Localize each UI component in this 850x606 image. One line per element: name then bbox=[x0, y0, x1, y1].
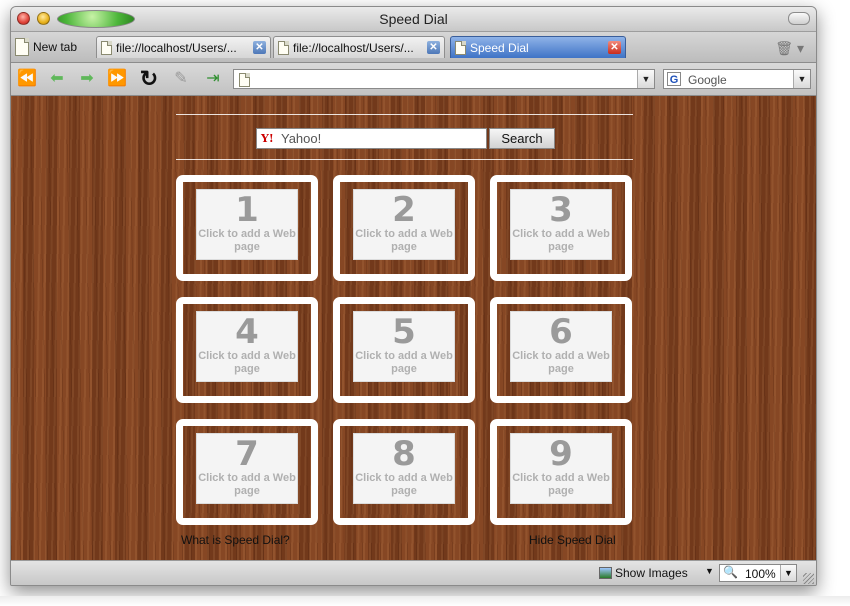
page-icon bbox=[239, 73, 250, 87]
dial-thumbnail: 6 Click to add a Web page bbox=[510, 311, 612, 382]
google-icon: G bbox=[667, 72, 681, 86]
close-tab-icon[interactable]: ✕ bbox=[608, 41, 621, 54]
resize-grip-icon[interactable] bbox=[803, 573, 814, 584]
dial-hint: Click to add a Web page bbox=[198, 350, 296, 375]
dial-7[interactable]: 7 Click to add a Web page bbox=[176, 419, 318, 525]
dial-6[interactable]: 6 Click to add a Web page bbox=[490, 297, 632, 403]
navigation-toolbar: ⏪ ⬅ ➡ ⏩ ↻ ✎ ⇥ ▼ G Google ▼ bbox=[11, 63, 816, 96]
dial-thumbnail: 9 Click to add a Web page bbox=[510, 433, 612, 504]
title-bar: Speed Dial bbox=[11, 7, 816, 32]
address-dropdown-icon[interactable]: ▼ bbox=[637, 70, 654, 88]
top-divider bbox=[176, 114, 633, 115]
dial-4[interactable]: 4 Click to add a Web page bbox=[176, 297, 318, 403]
tab-speed-dial[interactable]: Speed Dial ✕ bbox=[450, 36, 626, 58]
dial-hint: Click to add a Web page bbox=[512, 472, 610, 497]
edit-pencil-icon[interactable]: ✎ bbox=[171, 69, 191, 89]
tab-label: file://localhost/Users/... bbox=[116, 40, 237, 55]
dial-number: 4 bbox=[235, 312, 259, 352]
dial-thumbnail: 8 Click to add a Web page bbox=[353, 433, 455, 504]
tab-file-2[interactable]: file://localhost/Users/... ✕ bbox=[273, 36, 445, 58]
close-tab-icon[interactable]: ✕ bbox=[253, 41, 266, 54]
dial-hint: Click to add a Web page bbox=[198, 472, 296, 497]
dial-1[interactable]: 1 Click to add a Web page bbox=[176, 175, 318, 281]
dial-number: 7 bbox=[235, 434, 259, 474]
close-tab-icon[interactable]: ✕ bbox=[427, 41, 440, 54]
dial-number: 1 bbox=[235, 190, 259, 230]
dial-thumbnail: 3 Click to add a Web page bbox=[510, 189, 612, 260]
dial-hint: Click to add a Web page bbox=[355, 472, 453, 497]
show-images-label: Show Images bbox=[615, 566, 688, 580]
dial-number: 6 bbox=[549, 312, 573, 352]
search-engine-bar[interactable]: G Google ▼ bbox=[663, 69, 811, 89]
address-bar[interactable]: ▼ bbox=[233, 69, 655, 89]
dial-hint: Click to add a Web page bbox=[355, 228, 453, 253]
toolbar-toggle-button[interactable] bbox=[788, 12, 810, 25]
go-page-icon[interactable]: ⇥ bbox=[203, 69, 223, 89]
dial-9[interactable]: 9 Click to add a Web page bbox=[490, 419, 632, 525]
show-images-button[interactable]: Show Images bbox=[599, 566, 688, 580]
tab-file-1[interactable]: file://localhost/Users/... ✕ bbox=[96, 36, 271, 58]
yahoo-icon: Y! bbox=[261, 132, 274, 145]
browser-window: Speed Dial New tab file://localhost/User… bbox=[10, 6, 817, 586]
bottom-divider bbox=[176, 159, 633, 160]
speed-dial-page: Y! Yahoo! Search 1 Click to add a Web pa… bbox=[11, 96, 816, 560]
dial-number: 5 bbox=[392, 312, 416, 352]
magnifier-icon: 🔍 bbox=[723, 565, 738, 579]
image-icon bbox=[599, 567, 612, 579]
search-dropdown-icon[interactable]: ▼ bbox=[793, 70, 810, 88]
what-is-speed-dial-link[interactable]: What is Speed Dial? bbox=[181, 533, 290, 547]
page-icon bbox=[101, 40, 112, 55]
show-images-dropdown-icon[interactable]: ▼ bbox=[705, 566, 714, 576]
desktop-shadow bbox=[0, 596, 850, 606]
search-query: Yahoo! bbox=[281, 131, 322, 146]
search-button[interactable]: Search bbox=[489, 128, 555, 149]
dial-thumbnail: 5 Click to add a Web page bbox=[353, 311, 455, 382]
status-bar: Show Images ▼ 🔍 100% ▼ bbox=[11, 560, 816, 585]
zoom-dropdown-icon[interactable]: ▼ bbox=[780, 565, 796, 581]
tab-label: Speed Dial bbox=[470, 40, 529, 55]
new-tab-label: New tab bbox=[33, 40, 78, 54]
fast-forward-icon[interactable]: ⏩ bbox=[107, 69, 127, 89]
forward-arrow-icon[interactable]: ➡ bbox=[77, 69, 97, 89]
dial-thumbnail: 2 Click to add a Web page bbox=[353, 189, 455, 260]
zoom-value: 100% bbox=[745, 567, 776, 581]
dial-hint: Click to add a Web page bbox=[512, 228, 610, 253]
search-engine-label: Google bbox=[688, 73, 727, 87]
dial-number: 3 bbox=[549, 190, 573, 230]
page-icon bbox=[278, 40, 289, 55]
back-arrow-icon[interactable]: ⬅ bbox=[47, 69, 67, 89]
rewind-icon[interactable]: ⏪ bbox=[17, 69, 37, 89]
dial-2[interactable]: 2 Click to add a Web page bbox=[333, 175, 475, 281]
yahoo-search-input[interactable]: Y! Yahoo! bbox=[256, 128, 487, 149]
dial-hint: Click to add a Web page bbox=[355, 350, 453, 375]
window-title: Speed Dial bbox=[379, 11, 448, 27]
tab-label: file://localhost/Users/... bbox=[293, 40, 414, 55]
dial-hint: Click to add a Web page bbox=[512, 350, 610, 375]
page-icon bbox=[455, 40, 466, 55]
tab-bar: New tab file://localhost/Users/... ✕ fil… bbox=[11, 32, 816, 63]
dial-3[interactable]: 3 Click to add a Web page bbox=[490, 175, 632, 281]
dial-number: 2 bbox=[392, 190, 416, 230]
dial-thumbnail: 1 Click to add a Web page bbox=[196, 189, 298, 260]
dial-number: 9 bbox=[549, 434, 573, 474]
zoom-control[interactable]: 🔍 100% ▼ bbox=[719, 564, 797, 582]
trash-icon[interactable]: 🗑 ▾ bbox=[775, 40, 804, 57]
dial-number: 8 bbox=[392, 434, 416, 474]
dial-thumbnail: 4 Click to add a Web page bbox=[196, 311, 298, 382]
dial-thumbnail: 7 Click to add a Web page bbox=[196, 433, 298, 504]
hide-speed-dial-link[interactable]: Hide Speed Dial bbox=[529, 533, 616, 547]
dial-hint: Click to add a Web page bbox=[198, 228, 296, 253]
dial-8[interactable]: 8 Click to add a Web page bbox=[333, 419, 475, 525]
new-tab-button[interactable]: New tab bbox=[15, 34, 77, 60]
dial-5[interactable]: 5 Click to add a Web page bbox=[333, 297, 475, 403]
new-document-icon bbox=[15, 38, 29, 56]
reload-icon[interactable]: ↻ bbox=[139, 68, 159, 90]
